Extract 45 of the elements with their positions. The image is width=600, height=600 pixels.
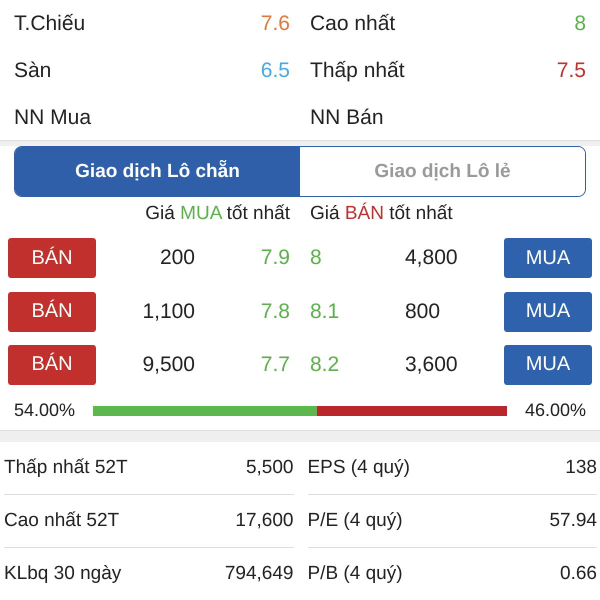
bid-price: 7.9 — [260, 246, 291, 270]
sell-button[interactable]: BÁN — [8, 344, 96, 385]
bid-volume: 200 — [158, 246, 196, 270]
metric-label: Cao nhất 52T — [4, 510, 120, 532]
buy-button[interactable]: MUA — [504, 238, 592, 278]
metric-label: Thấp nhất 52T — [4, 457, 128, 479]
column-header: Giá BÁN tốt nhất — [309, 203, 453, 226]
ask-price: 8.2 — [309, 352, 340, 377]
tab[interactable]: Giao dịch Lô chẵn — [15, 146, 300, 196]
sell-button[interactable]: BÁN — [8, 292, 96, 332]
stat-label: T.Chiếu — [14, 12, 86, 36]
sell-button[interactable]: BÁN — [8, 238, 96, 278]
ask-volume: 800 — [404, 300, 442, 324]
stat-label: Sàn — [14, 58, 52, 82]
buy-button[interactable]: MUA — [504, 344, 592, 385]
ask-volume: 4,800 — [404, 246, 459, 270]
metric-label: P/E (4 quý) — [308, 510, 403, 532]
bid-volume: 9,500 — [141, 352, 196, 377]
buy-percent: 54.00% — [14, 400, 76, 422]
metric-value: 0.66 — [560, 563, 597, 585]
ask-volume: 3,600 — [404, 352, 459, 377]
stat-value: 7.6 — [260, 12, 290, 36]
metric-value: 5,500 — [246, 457, 294, 479]
stat-label: NN Bán — [310, 106, 384, 130]
metric-value: 138 — [565, 457, 597, 479]
stat-value: 6.5 — [260, 58, 290, 82]
ask-price: 8.1 — [309, 300, 340, 324]
stat-value: 8 — [574, 12, 586, 36]
metric-label: P/B (4 quý) — [308, 563, 403, 585]
bid-volume: 1,100 — [141, 300, 196, 324]
sell-percent: 46.00% — [524, 400, 586, 422]
buy-button[interactable]: MUA — [504, 292, 592, 332]
metric-value: 794,649 — [224, 563, 294, 585]
ask-price: 8 — [309, 246, 323, 270]
metric-label: EPS (4 quý) — [308, 457, 410, 479]
stat-label: NN Mua — [14, 106, 92, 130]
metric-label: KLbq 30 ngày — [4, 563, 122, 585]
stat-label: Cao nhất — [310, 12, 396, 36]
stat-value: 7.5 — [556, 58, 586, 82]
column-header: Giá MUA tốt nhất — [145, 203, 291, 226]
metric-value: 17,600 — [235, 510, 294, 532]
stat-label: Thấp nhất — [310, 58, 405, 82]
bid-price: 7.7 — [260, 352, 291, 377]
bid-price: 7.8 — [260, 300, 291, 324]
metric-value: 57.94 — [549, 510, 597, 532]
